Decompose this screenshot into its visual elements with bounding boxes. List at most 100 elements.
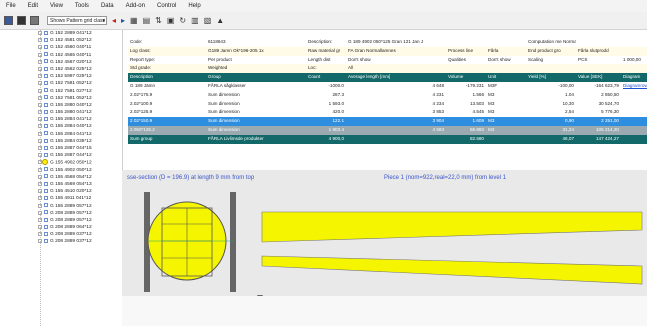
property-cell[interactable]: G 189 4902 050*125 Gran 121 Jan J — [346, 38, 446, 47]
tree-item[interactable]: G 152 4562 025*12 — [0, 66, 122, 73]
property-cell[interactable]: All — [346, 64, 446, 73]
tree-item[interactable]: G 152 7581 052*12 — [0, 80, 122, 87]
property-cell[interactable] — [576, 64, 621, 73]
expand-icon[interactable] — [38, 31, 42, 35]
property-cell[interactable] — [576, 38, 621, 47]
expand-icon[interactable] — [38, 38, 42, 43]
expand-icon[interactable] — [38, 167, 42, 172]
menu-item[interactable]: View — [44, 3, 69, 9]
tree-item[interactable]: G 208 2889 064*12 — [0, 224, 122, 231]
expand-icon[interactable] — [38, 153, 42, 158]
tree-item[interactable]: G 155 2884 041*12 — [0, 116, 122, 123]
expand-icon[interactable] — [38, 117, 42, 122]
tree-item[interactable]: G 155 4568 054*12 — [0, 174, 122, 181]
tree-item[interactable]: G 155 2880 040*12 — [0, 102, 122, 109]
expand-icon[interactable] — [38, 232, 42, 237]
expand-icon[interactable] — [38, 189, 42, 194]
column-header[interactable]: Average length [mm] — [346, 73, 446, 82]
tree-item[interactable]: G 155 2884 041*12 — [0, 131, 122, 138]
menu-item[interactable]: Add-on — [120, 3, 151, 9]
menu-item[interactable]: Control — [151, 3, 182, 9]
diagram-link[interactable] — [621, 100, 647, 109]
property-cell[interactable] — [486, 38, 526, 47]
expand-icon[interactable] — [38, 131, 42, 136]
property-cell[interactable]: Don't show — [346, 56, 446, 65]
property-cell[interactable]: PCS — [576, 56, 621, 65]
property-cell[interactable]: Weighted — [206, 64, 306, 73]
expand-icon[interactable] — [38, 146, 42, 150]
property-cell[interactable] — [486, 64, 526, 73]
property-cell[interactable]: Per product — [206, 56, 306, 65]
tree-item[interactable]: G 155 2884 035*12 — [0, 138, 122, 145]
diagram-link[interactable] — [621, 91, 647, 100]
tree-item[interactable]: G 152 2889 041*12 — [0, 30, 122, 37]
menu-item[interactable]: Edit — [22, 3, 44, 9]
redo-icon[interactable]: ▸ — [121, 16, 125, 25]
tree-item[interactable]: G 155 4902 050*12 — [0, 167, 122, 174]
tree-item[interactable]: G 155 4510 020*12 — [0, 188, 122, 195]
tree-item[interactable]: G 155 4911 041*12 — [0, 195, 122, 202]
expand-icon[interactable] — [38, 239, 42, 244]
column-header[interactable]: Yield [%] — [526, 73, 576, 82]
tree-item[interactable]: G 152 5997 025*12 — [0, 73, 122, 80]
view-select[interactable]: Shows Pattern grid class ▾ — [47, 16, 107, 25]
column-header[interactable]: Value [SEK] — [576, 73, 621, 82]
expand-icon[interactable] — [38, 59, 42, 64]
tree-item[interactable]: G 208 2889 057*12 — [0, 217, 122, 224]
tree-item[interactable]: G 155 4569 054*13 — [0, 181, 122, 188]
expand-icon[interactable] — [38, 74, 42, 79]
undo-icon[interactable]: ◂ — [112, 16, 116, 25]
sort-icon[interactable]: ⇅ — [155, 16, 162, 25]
expand-icon[interactable] — [38, 95, 42, 100]
expand-icon[interactable] — [38, 52, 42, 57]
tree-item[interactable]: G 152 7581 052*12 — [0, 95, 122, 102]
expand-icon[interactable] — [38, 81, 42, 86]
property-cell[interactable]: G189 Jamn Ok*196-205 1x — [206, 47, 306, 56]
filter-icon[interactable]: ▣ — [167, 16, 175, 25]
tree-item[interactable]: G 155 4902 050*12 — [0, 159, 122, 166]
diagram-link[interactable] — [621, 126, 647, 135]
column-header[interactable]: Description — [128, 73, 206, 82]
menu-item[interactable]: File — [0, 3, 22, 9]
expand-icon[interactable] — [38, 66, 42, 71]
expand-icon[interactable] — [38, 210, 42, 215]
column-header[interactable]: Diagram — [621, 73, 647, 82]
tree-item[interactable]: G 208 2889 037*12 — [0, 231, 122, 238]
pointer-icon[interactable]: ▲ — [216, 16, 224, 25]
menu-item[interactable]: Data — [95, 3, 120, 9]
expand-icon[interactable] — [38, 102, 42, 107]
open-icon[interactable] — [17, 16, 26, 25]
menu-item[interactable]: Tools — [69, 3, 95, 9]
diagram-link[interactable]: Diagramrow — [621, 82, 647, 91]
expand-icon[interactable] — [38, 181, 42, 186]
layers-icon[interactable]: ▧ — [204, 16, 212, 25]
tree-item[interactable]: G 155 2880 041*12 — [0, 109, 122, 116]
table-icon[interactable]: ▦ — [130, 16, 138, 25]
tree-item[interactable]: G 155 2887 044*12 — [0, 152, 122, 159]
expand-icon[interactable] — [38, 217, 42, 222]
tree-item[interactable]: G 208 2889 037*12 — [0, 238, 122, 245]
expand-icon[interactable] — [38, 160, 42, 165]
expand-icon[interactable] — [38, 110, 42, 115]
expand-icon[interactable] — [38, 88, 42, 93]
diagram-link[interactable] — [621, 117, 647, 126]
print-icon[interactable] — [30, 16, 39, 25]
tree-item[interactable]: G 152 4567 020*12 — [0, 59, 122, 66]
property-cell[interactable]: FA Gran Normallamnes — [346, 47, 446, 56]
property-cell[interactable]: 6118643 — [206, 38, 306, 47]
tree-item[interactable]: G 152 4581 052*12 — [0, 37, 122, 44]
expand-icon[interactable] — [38, 138, 42, 143]
column-header[interactable]: Unit — [486, 73, 526, 82]
refresh-icon[interactable]: ↻ — [179, 16, 186, 25]
expand-icon[interactable] — [38, 174, 42, 179]
menu-item[interactable]: Help — [182, 3, 206, 9]
tree-item[interactable]: G 155 2887 044*15 — [0, 145, 122, 152]
tree-item[interactable]: G 152 4560 040*11 — [0, 44, 122, 51]
chart-icon[interactable]: ▤ — [143, 16, 151, 25]
expand-icon[interactable] — [38, 45, 42, 50]
expand-icon[interactable] — [38, 225, 42, 230]
diagram-link[interactable] — [621, 108, 647, 117]
tree-item[interactable]: G 208 2889 057*12 — [0, 210, 122, 217]
expand-icon[interactable] — [38, 124, 42, 129]
tree-item[interactable]: G 152 4565 040*11 — [0, 52, 122, 59]
